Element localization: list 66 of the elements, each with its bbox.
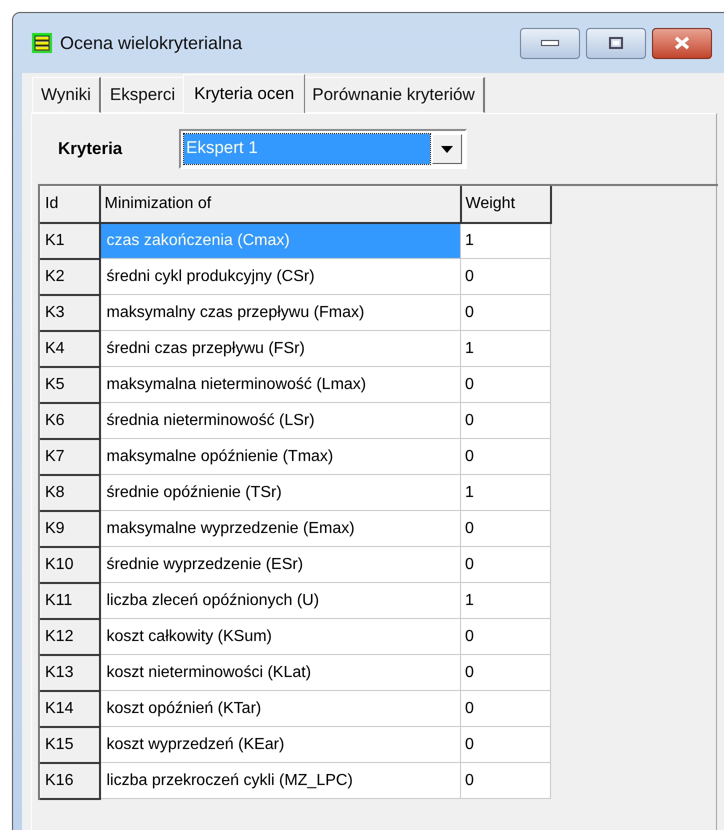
table-cell: 0 — [460, 258, 550, 294]
table-cell[interactable]: liczba zleceń opóźnionych (U) — [100, 582, 460, 618]
minimize-icon — [541, 40, 559, 46]
row-header: K10 — [40, 546, 100, 582]
row-header: K14 — [40, 690, 100, 726]
minimize-button[interactable] — [520, 28, 580, 58]
row-header: K7 — [40, 438, 100, 474]
row-header: K4 — [40, 330, 100, 366]
table-cell: 0 — [460, 762, 550, 798]
table-cell: 1 — [460, 222, 550, 258]
dropdown-value: Ekspert 1 — [184, 134, 430, 164]
table-cell: 0 — [460, 618, 550, 654]
tab[interactable]: Eksperci — [100, 77, 186, 113]
table-cell: 1 — [460, 330, 550, 366]
table-cell[interactable]: koszt opóźnień (KTar) — [100, 690, 460, 726]
maximize-icon — [609, 37, 623, 49]
row-header: K11 — [40, 582, 100, 618]
table-cell: 0 — [460, 654, 550, 690]
table-cell[interactable]: koszt nieterminowości (KLat) — [100, 654, 460, 690]
table-cell[interactable]: średnia nieterminowość (LSr) — [100, 402, 460, 438]
tab[interactable]: Wyniki — [32, 77, 101, 113]
row-header: K8 — [40, 474, 100, 510]
row-header: K12 — [40, 618, 100, 654]
tab[interactable]: Kryteria ocen — [183, 74, 306, 113]
table-cell: 0 — [460, 546, 550, 582]
row-header: K15 — [40, 726, 100, 762]
row-header: K6 — [40, 402, 100, 438]
column-header: Weight — [460, 186, 550, 222]
table-cell[interactable]: średnie wyprzedzenie (ESr) — [100, 546, 460, 582]
table-cell: 1 — [460, 474, 550, 510]
table-cell[interactable]: maksymalne wyprzedzenie (Emax) — [100, 510, 460, 546]
tab[interactable]: Porównanie kryteriów — [303, 77, 485, 113]
row-header: K9 — [40, 510, 100, 546]
table-cell[interactable]: maksymalna nieterminowość (Lmax) — [100, 366, 460, 402]
criteria-label: Kryteria — [58, 138, 124, 160]
table-cell: 0 — [460, 402, 550, 438]
column-header: Id — [40, 186, 100, 222]
row-header: K5 — [40, 366, 100, 402]
table-cell[interactable]: koszt całkowity (KSum) — [100, 618, 460, 654]
table-cell[interactable]: maksymalne opóźnienie (Tmax) — [100, 438, 460, 474]
close-button[interactable] — [652, 28, 712, 58]
maximize-button[interactable] — [586, 28, 646, 58]
table-cell: 0 — [460, 726, 550, 762]
dropdown-arrow-button[interactable] — [432, 134, 462, 164]
table-cell[interactable]: średni cykl produkcyjny (CSr) — [100, 258, 460, 294]
row-header: K16 — [40, 762, 100, 798]
caret-icon — [441, 146, 453, 152]
table-cell: 0 — [460, 510, 550, 546]
table-cell[interactable]: liczba przekroczeń cykli (MZ_LPC) — [100, 762, 460, 798]
table-cell: 1 — [460, 582, 550, 618]
table-cell: 0 — [460, 294, 550, 330]
row-header: K2 — [40, 258, 100, 294]
table-cell[interactable]: średni czas przepływu (FSr) — [100, 330, 460, 366]
table-cell[interactable]: maksymalny czas przepływu (Fmax) — [100, 294, 460, 330]
row-header: K3 — [40, 294, 100, 330]
app-icon — [32, 33, 52, 53]
window-title: Ocena wielokryterialna — [60, 32, 242, 55]
table-cell[interactable]: średnie opóźnienie (TSr) — [100, 474, 460, 510]
close-icon — [674, 36, 690, 50]
table-cell: 0 — [460, 690, 550, 726]
row-header: K1 — [40, 222, 100, 258]
table-cell: 0 — [460, 366, 550, 402]
row-header: K13 — [40, 654, 100, 690]
column-header: Minimization of — [100, 186, 460, 222]
table-cell: 0 — [460, 438, 550, 474]
table-cell[interactable]: koszt wyprzedzeń (KEar) — [100, 726, 460, 762]
